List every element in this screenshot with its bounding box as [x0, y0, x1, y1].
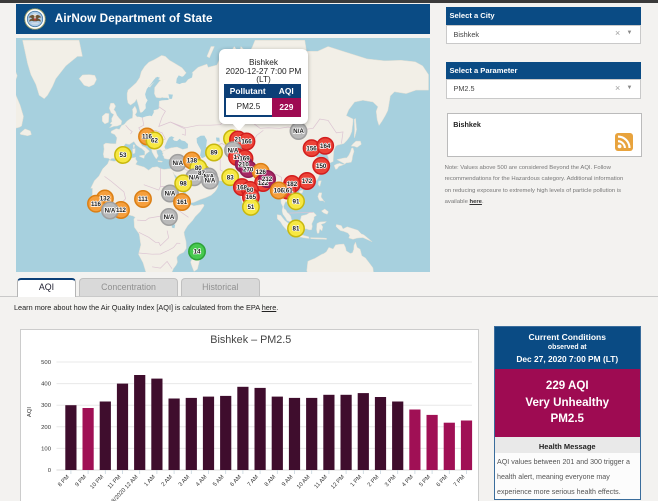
svg-text:7 PM: 7 PM	[453, 474, 467, 488]
svg-text:N/A: N/A	[205, 178, 216, 185]
svg-text:60: 60	[247, 187, 254, 194]
svg-text:2 AM: 2 AM	[160, 474, 174, 488]
svg-text:14: 14	[194, 249, 201, 256]
svg-text:81: 81	[293, 226, 300, 233]
svg-text:5 PM: 5 PM	[418, 474, 432, 488]
svg-text:300: 300	[41, 403, 52, 409]
svg-text:11 AM: 11 AM	[313, 474, 328, 490]
svg-text:116: 116	[91, 201, 102, 208]
svg-text:12 PM: 12 PM	[330, 474, 346, 490]
svg-text:165: 165	[246, 194, 257, 201]
svg-text:400: 400	[41, 381, 52, 387]
svg-text:83: 83	[227, 174, 234, 181]
svg-text:9 PM: 9 PM	[74, 474, 88, 488]
svg-text:10 AM: 10 AM	[296, 474, 312, 490]
svg-text:164: 164	[320, 143, 331, 150]
svg-text:53: 53	[120, 152, 127, 159]
svg-text:6 AM: 6 AM	[229, 474, 243, 488]
svg-text:166: 166	[241, 139, 252, 146]
svg-text:11 PM: 11 PM	[107, 474, 123, 490]
svg-text:156: 156	[306, 145, 317, 152]
svg-text:4 PM: 4 PM	[401, 474, 415, 488]
svg-text:270: 270	[243, 166, 254, 173]
svg-text:1 PM: 1 PM	[349, 474, 363, 488]
svg-text:150: 150	[316, 163, 327, 170]
svg-text:N/A: N/A	[189, 175, 200, 182]
svg-text:161: 161	[177, 199, 188, 206]
svg-text:8 AM: 8 AM	[264, 474, 278, 488]
svg-text:N/A: N/A	[172, 160, 183, 167]
svg-text:8 PM: 8 PM	[57, 474, 71, 488]
svg-text:N/A: N/A	[293, 128, 304, 135]
svg-text:98: 98	[180, 181, 187, 188]
svg-text:7 AM: 7 AM	[246, 474, 260, 488]
svg-text:80: 80	[195, 165, 202, 172]
svg-text:212: 212	[262, 176, 273, 183]
svg-text:10 PM: 10 PM	[89, 474, 105, 490]
svg-text:AQI: AQI	[27, 406, 33, 417]
svg-text:91: 91	[293, 199, 300, 206]
svg-text:138: 138	[187, 158, 198, 165]
svg-text:51: 51	[247, 204, 254, 211]
svg-text:4 AM: 4 AM	[195, 474, 209, 488]
svg-text:111: 111	[138, 196, 148, 203]
svg-text:89: 89	[211, 150, 218, 157]
svg-text:172: 172	[302, 178, 313, 185]
svg-text:100: 100	[41, 446, 52, 452]
svg-text:N/A: N/A	[105, 208, 116, 215]
svg-text:3 PM: 3 PM	[384, 474, 398, 488]
svg-text:106: 106	[274, 188, 285, 195]
svg-text:N/A: N/A	[164, 214, 175, 221]
svg-text:5 AM: 5 AM	[212, 474, 226, 488]
svg-text:112: 112	[116, 207, 127, 214]
svg-text:0: 0	[48, 468, 52, 474]
svg-text:9 AM: 9 AM	[281, 474, 295, 488]
svg-text:1 AM: 1 AM	[143, 474, 157, 488]
svg-text:62: 62	[151, 138, 158, 145]
svg-text:500: 500	[41, 360, 52, 366]
svg-text:200: 200	[41, 424, 52, 430]
svg-text:132: 132	[100, 196, 111, 203]
svg-text:N/A: N/A	[165, 191, 176, 198]
svg-text:2 PM: 2 PM	[367, 474, 381, 488]
svg-text:126: 126	[256, 169, 267, 176]
svg-text:3 AM: 3 AM	[178, 474, 192, 488]
svg-text:6 PM: 6 PM	[435, 474, 449, 488]
